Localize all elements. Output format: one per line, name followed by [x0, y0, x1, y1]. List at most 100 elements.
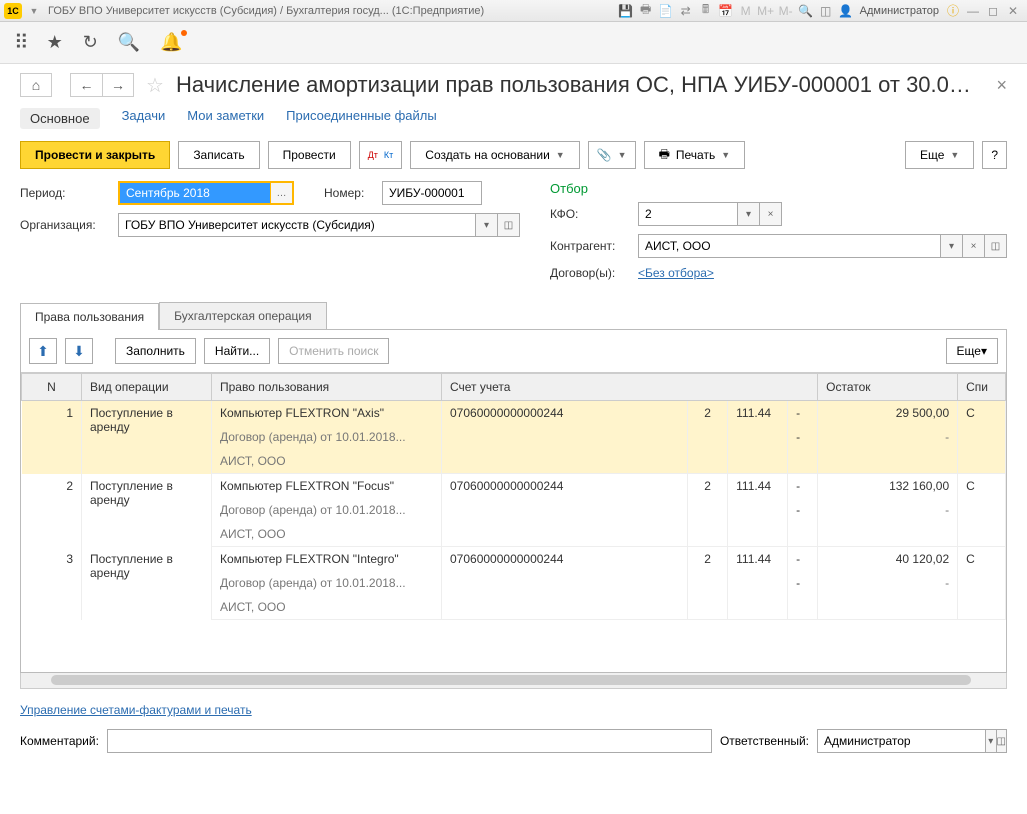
attach-button[interactable]: 📎▼	[588, 141, 636, 169]
dtkt-button[interactable]: ДтКт	[359, 141, 403, 169]
tab-accounting[interactable]: Бухгалтерская операция	[159, 302, 326, 329]
move-up-button[interactable]: ⬆	[29, 338, 57, 364]
history-icon[interactable]: ↻	[83, 32, 98, 53]
cell-acct: 07060000000000244	[442, 547, 688, 572]
number-input[interactable]	[382, 181, 482, 205]
title-dropdown[interactable]: ▼	[26, 3, 42, 19]
favorites-star-icon[interactable]: ★	[47, 32, 63, 53]
cell-spi: С	[958, 401, 1006, 426]
contragent-dropdown-button[interactable]: ▾	[941, 234, 963, 258]
cell-dash: -	[818, 498, 958, 522]
find-button[interactable]: Найти...	[204, 338, 270, 364]
kfo-clear-button[interactable]: ×	[760, 202, 782, 226]
tb-compare-icon[interactable]: ⇄	[677, 3, 695, 19]
filter-title: Отбор	[550, 181, 1007, 196]
cell-balance: 29 500,00	[818, 401, 958, 426]
table-row[interactable]: 3 Поступление в аренду Компьютер FLEXTRO…	[22, 547, 1006, 572]
grid-wrap[interactable]: N Вид операции Право пользования Счет уч…	[21, 372, 1006, 672]
tb-doc-icon[interactable]: 📄	[657, 3, 675, 19]
number-label: Номер:	[324, 186, 374, 200]
cell-contract: Договор (аренда) от 10.01.2018...	[212, 425, 442, 449]
contracts-link[interactable]: <Без отбора>	[638, 266, 714, 280]
kfo-input[interactable]	[638, 202, 738, 226]
minimize-icon[interactable]: —	[964, 3, 982, 19]
move-down-button[interactable]: ⬇	[65, 338, 93, 364]
m-minus-icon[interactable]: M-	[777, 3, 795, 19]
table-row[interactable]: 2 Поступление в аренду Компьютер FLEXTRO…	[22, 474, 1006, 499]
close-window-icon[interactable]: ✕	[1004, 3, 1022, 19]
home-button[interactable]: ⌂	[20, 73, 52, 97]
notifications-icon[interactable]: 🔔	[160, 32, 182, 53]
period-picker-button[interactable]: …	[270, 183, 292, 203]
tb-calc-icon[interactable]: 🖩	[697, 3, 715, 19]
print-button[interactable]: 🖶 Печать▼	[644, 141, 746, 169]
doc-tabs: Права пользования Бухгалтерская операция	[20, 302, 1007, 329]
tab-notes[interactable]: Мои заметки	[187, 108, 264, 129]
kfo-dropdown-button[interactable]: ▾	[738, 202, 760, 226]
tab-rights[interactable]: Права пользования	[20, 303, 159, 330]
more-button[interactable]: Еще▼	[905, 141, 974, 169]
nav-forward-button[interactable]: →	[102, 73, 134, 97]
cell-n: 3	[22, 547, 82, 620]
org-dropdown-button[interactable]: ▾	[476, 213, 498, 237]
responsible-dropdown-button[interactable]: ▾	[986, 729, 997, 753]
cell-dash: -	[788, 425, 818, 449]
apps-grid-icon[interactable]: ⠿	[14, 30, 27, 55]
col-balance[interactable]: Остаток	[818, 374, 958, 401]
cell-op: Поступление в аренду	[82, 401, 212, 474]
panel-icon[interactable]: ◫	[817, 3, 835, 19]
contragent-input[interactable]	[638, 234, 941, 258]
tab-tasks[interactable]: Задачи	[122, 108, 166, 129]
responsible-open-button[interactable]: ◫	[997, 729, 1008, 753]
responsible-input[interactable]	[817, 729, 986, 753]
nav-back-button[interactable]: ←	[70, 73, 102, 97]
col-account[interactable]: Счет учета	[442, 374, 818, 401]
cell-acct: 07060000000000244	[442, 474, 688, 499]
tb-calendar-icon[interactable]: 📅	[717, 3, 735, 19]
comment-input[interactable]	[107, 729, 712, 753]
pane-more-button[interactable]: Еще ▾	[946, 338, 998, 364]
caret-icon: ▼	[721, 150, 730, 160]
cancel-find-button[interactable]: Отменить поиск	[278, 338, 389, 364]
contragent-clear-button[interactable]: ×	[963, 234, 985, 258]
favorite-star-icon[interactable]: ☆	[146, 73, 164, 98]
col-n[interactable]: N	[22, 374, 82, 401]
info-icon[interactable]: ⓘ	[944, 3, 962, 19]
tab-main[interactable]: Основное	[20, 108, 100, 129]
tab-files[interactable]: Присоединенные файлы	[286, 108, 437, 129]
org-open-button[interactable]: ◫	[498, 213, 520, 237]
cell-c3: 111.44	[728, 547, 788, 572]
kfo-label: КФО:	[550, 207, 630, 221]
zoom-icon[interactable]: 🔍	[797, 3, 815, 19]
post-and-close-button[interactable]: Провести и закрыть	[20, 141, 170, 169]
col-spi[interactable]: Спи	[958, 374, 1006, 401]
cell-op: Поступление в аренду	[82, 474, 212, 547]
m-icon[interactable]: M	[737, 3, 755, 19]
search-icon[interactable]: 🔍	[118, 32, 140, 53]
fill-button[interactable]: Заполнить	[115, 338, 196, 364]
user-label[interactable]: Администратор	[860, 5, 939, 17]
scrollbar-thumb[interactable]	[51, 675, 971, 685]
close-page-icon[interactable]: ×	[996, 75, 1007, 96]
caret-icon: ▼	[618, 150, 627, 160]
contragent-label: Контрагент:	[550, 239, 630, 253]
cell-n: 2	[22, 474, 82, 547]
horizontal-scrollbar[interactable]	[20, 673, 1007, 689]
help-button[interactable]: ?	[982, 141, 1007, 169]
table-row[interactable]: 1 Поступление в аренду Компьютер FLEXTRO…	[22, 401, 1006, 426]
maximize-icon[interactable]: ◻	[984, 3, 1002, 19]
post-button[interactable]: Провести	[268, 141, 351, 169]
create-based-button[interactable]: Создать на основании▼	[410, 141, 579, 169]
save-button[interactable]: Записать	[178, 141, 259, 169]
tb-save-icon[interactable]: 💾	[617, 3, 635, 19]
org-input[interactable]	[118, 213, 476, 237]
page-title: Начисление амортизации прав пользования …	[176, 72, 983, 98]
period-input[interactable]	[120, 183, 270, 203]
col-right[interactable]: Право пользования	[212, 374, 442, 401]
contragent-open-button[interactable]: ◫	[985, 234, 1007, 258]
tb-print-icon[interactable]: 🖶	[637, 3, 655, 19]
col-op[interactable]: Вид операции	[82, 374, 212, 401]
invoice-mgmt-link[interactable]: Управление счетами-фактурами и печать	[20, 703, 252, 717]
m-plus-icon[interactable]: M+	[757, 3, 775, 19]
caret-icon: ▾	[981, 344, 987, 358]
